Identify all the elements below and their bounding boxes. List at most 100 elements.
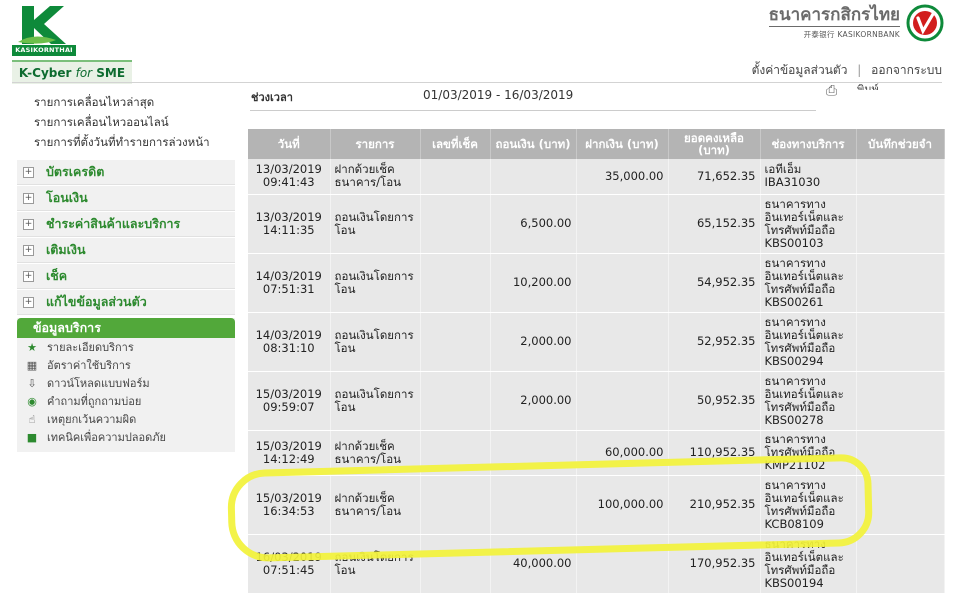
col-description: รายการ bbox=[330, 129, 421, 159]
table-row: 14/03/2019 07:51:31 ถอนเงินโดยการ โอน 10… bbox=[248, 253, 945, 313]
sidebar-links: รายการเคลื่อนไหวล่าสุด รายการเคลื่อนไหวอ… bbox=[34, 92, 210, 152]
cell-memo bbox=[856, 253, 945, 313]
cell-withdraw: 6,500.00 bbox=[490, 194, 577, 254]
cell-channel: เอทีเอ็ม IBA31030 bbox=[760, 159, 857, 195]
service-label: ดาวน์โหลดแบบฟอร์ม bbox=[47, 377, 150, 390]
period-label: ช่วงเวลา bbox=[251, 91, 293, 104]
cell-withdraw bbox=[490, 475, 577, 535]
cell-date: 14/03/2019 08:31:10 bbox=[248, 312, 331, 372]
cell-balance: 50,952.35 bbox=[668, 371, 761, 431]
cell-balance: 71,652.35 bbox=[668, 159, 761, 195]
menu-item-transfer[interactable]: + โอนเงิน bbox=[17, 186, 235, 211]
cell-description: ถอนเงินโดยการ โอน bbox=[330, 194, 421, 254]
print-icon[interactable]: ⎙ bbox=[826, 83, 837, 99]
cell-memo bbox=[856, 430, 945, 476]
service-link-faq[interactable]: ◉ คำถามที่ถูกถามบ่อย bbox=[17, 392, 235, 410]
cell-description: ฝากด้วยเช็ค ธนาคาร/โอน bbox=[330, 430, 421, 476]
cell-memo bbox=[856, 159, 945, 195]
calculator-icon: ▦ bbox=[26, 358, 38, 372]
print-link[interactable]: พิมพ์ bbox=[857, 80, 879, 90]
menu-item-profile[interactable]: + แก้ไขข้อมูลส่วนตัว bbox=[17, 290, 235, 315]
cell-description: ถอนเงินโดยการ โอน bbox=[330, 371, 421, 431]
product-tab-prefix: K-Cyber bbox=[18, 66, 76, 80]
services-title: ข้อมูลบริการ bbox=[17, 318, 235, 338]
cell-balance: 170,952.35 bbox=[668, 534, 761, 594]
table-row: 14/03/2019 08:31:10 ถอนเงินโดยการ โอน 2,… bbox=[248, 312, 945, 372]
star-icon: ★ bbox=[27, 340, 37, 354]
service-label: เทคนิคเพื่อความปลอดภัย bbox=[47, 431, 166, 444]
product-tab-italic: for bbox=[75, 66, 93, 80]
sidebar-link-latest[interactable]: รายการเคลื่อนไหวล่าสุด bbox=[34, 92, 210, 112]
menu-item-top-up[interactable]: + เติมเงิน bbox=[17, 238, 235, 263]
logout-link[interactable]: ออกจากระบบ bbox=[871, 63, 942, 77]
cell-date: 13/03/2019 09:41:43 bbox=[248, 159, 331, 195]
top-links: ตั้งค่าข้อมูลส่วนตัว | ออกจากระบบ bbox=[752, 61, 942, 80]
cell-channel: ธนาคารทาง อินเทอร์เน็ตและ โทรศัพท์มือถือ… bbox=[760, 194, 857, 254]
hand-icon: ☝ bbox=[28, 412, 36, 426]
period-divider bbox=[250, 110, 816, 111]
settings-link[interactable]: ตั้งค่าข้อมูลส่วนตัว bbox=[752, 63, 848, 77]
cell-date: 13/03/2019 14:11:35 bbox=[248, 194, 331, 254]
cell-description: ถอนเงินโดยการ โอน bbox=[330, 253, 421, 313]
expand-icon: + bbox=[23, 218, 34, 230]
menu-item-label: ชำระค่าสินค้าและบริการ bbox=[46, 216, 181, 231]
col-cheque-no: เลขที่เช็ค bbox=[420, 129, 491, 159]
service-label: รายละเอียดบริการ bbox=[47, 341, 134, 354]
cell-balance: 54,952.35 bbox=[668, 253, 761, 313]
service-label: อัตราค่าใช้บริการ bbox=[47, 359, 131, 372]
logo-text: KASIKORNTHAI bbox=[12, 45, 76, 56]
table-row: 13/03/2019 14:11:35 ถอนเงินโดยการ โอน 6,… bbox=[248, 194, 945, 254]
cell-cheque bbox=[420, 312, 491, 372]
cell-channel: ธนาคารทาง อินเทอร์เน็ตและ โทรศัพท์มือถือ… bbox=[760, 534, 857, 594]
cell-cheque bbox=[420, 371, 491, 431]
bank-name-english: 开泰银行 KASIKORNBANK bbox=[803, 30, 900, 39]
menu-item-credit-card[interactable]: + บัตรเครดิต bbox=[17, 160, 235, 185]
cell-cheque bbox=[420, 430, 491, 476]
service-link-fees[interactable]: ▦ อัตราค่าใช้บริการ bbox=[17, 356, 235, 374]
sidebar-link-scheduled[interactable]: รายการที่ตั้งวันที่ทำรายการล่วงหน้า bbox=[34, 132, 210, 152]
cell-date: 16/03/2019 07:51:45 bbox=[248, 534, 331, 594]
menu-item-bill-payment[interactable]: + ชำระค่าสินค้าและบริการ bbox=[17, 212, 235, 237]
expand-icon: + bbox=[23, 244, 34, 256]
table-row: 15/03/2019 09:59:07 ถอนเงินโดยการ โอน 2,… bbox=[248, 371, 945, 431]
col-deposit: ฝากเงิน (บาท) bbox=[576, 129, 669, 159]
expand-icon: + bbox=[23, 296, 34, 308]
bank-emblem-icon bbox=[906, 4, 944, 42]
cell-deposit bbox=[576, 312, 669, 372]
col-date: วันที่ bbox=[248, 129, 331, 159]
cell-withdraw bbox=[490, 159, 577, 195]
menu-item-label: เช็ค bbox=[46, 268, 68, 283]
cell-memo bbox=[856, 312, 945, 372]
menu-item-label: แก้ไขข้อมูลส่วนตัว bbox=[46, 294, 147, 309]
cell-deposit: 60,000.00 bbox=[576, 430, 669, 476]
cell-channel: ธนาคารทาง อินเทอร์เน็ตและ โทรศัพท์มือถือ… bbox=[760, 312, 857, 372]
product-tab[interactable]: K-Cyber for SME bbox=[12, 60, 132, 84]
cell-balance: 210,952.35 bbox=[668, 475, 761, 535]
service-link-details[interactable]: ★ รายละเอียดบริการ bbox=[17, 338, 235, 356]
cell-date: 15/03/2019 16:34:53 bbox=[248, 475, 331, 535]
service-link-security[interactable]: ■ เทคนิคเพื่อความปลอดภัย bbox=[17, 428, 235, 446]
cell-deposit: 35,000.00 bbox=[576, 159, 669, 195]
cell-cheque bbox=[420, 534, 491, 594]
cell-cheque bbox=[420, 475, 491, 535]
cell-balance: 52,952.35 bbox=[668, 312, 761, 372]
cell-withdraw: 2,000.00 bbox=[490, 371, 577, 431]
header-divider bbox=[12, 82, 942, 83]
service-link-download[interactable]: ⇩ ดาวน์โหลดแบบฟอร์ม bbox=[17, 374, 235, 392]
cell-withdraw: 40,000.00 bbox=[490, 534, 577, 594]
download-icon: ⇩ bbox=[27, 376, 37, 390]
lock-icon: ■ bbox=[26, 430, 38, 444]
service-link-disclaimer[interactable]: ☝ เหตุยกเว้นความผิด bbox=[17, 410, 235, 428]
cell-memo bbox=[856, 194, 945, 254]
cell-date: 15/03/2019 14:12:49 bbox=[248, 430, 331, 476]
cell-description: ฝากด้วยเช็ค ธนาคาร/โอน bbox=[330, 159, 421, 195]
k-logo-icon bbox=[12, 2, 76, 46]
sidebar-link-online[interactable]: รายการเคลื่อนไหวออนไลน์ bbox=[34, 112, 210, 132]
product-tab-suffix: SME bbox=[92, 66, 126, 80]
cell-deposit bbox=[576, 194, 669, 254]
menu-item-cheque[interactable]: + เช็ค bbox=[17, 264, 235, 289]
cell-deposit bbox=[576, 371, 669, 431]
cell-cheque bbox=[420, 194, 491, 254]
cell-deposit: 100,000.00 bbox=[576, 475, 669, 535]
cell-memo bbox=[856, 534, 945, 594]
